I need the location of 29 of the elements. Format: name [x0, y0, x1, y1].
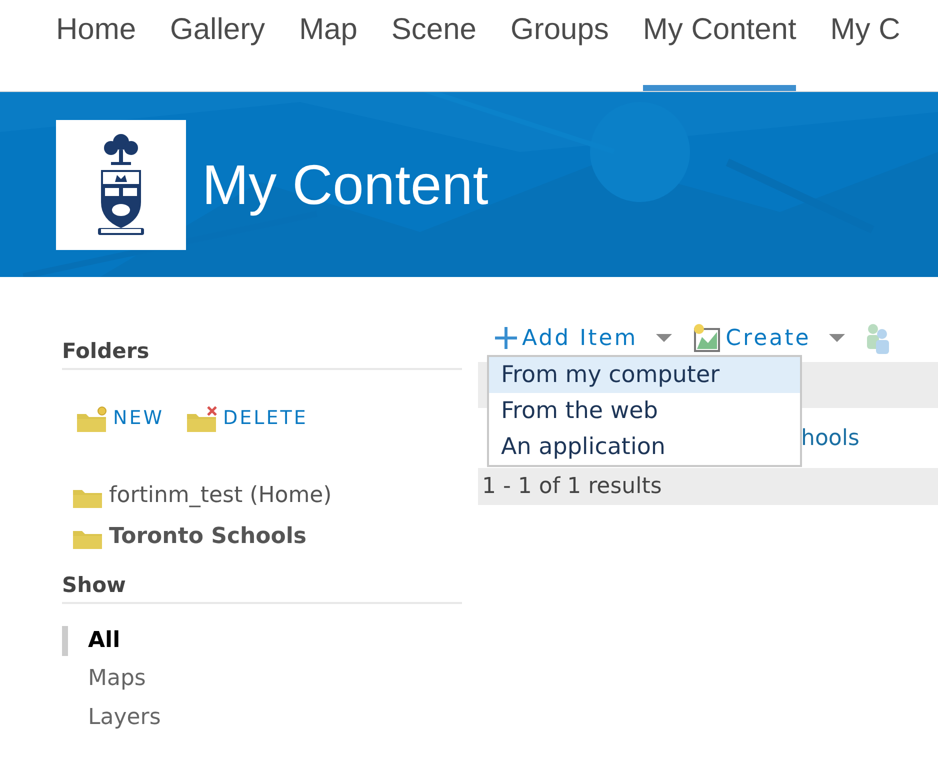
folder-new-button[interactable]: NEW [76, 404, 164, 433]
nav-tab[interactable]: My C [830, 0, 900, 91]
section-heading: Show [62, 572, 462, 604]
people-icon [864, 322, 889, 354]
caret-icon [656, 334, 672, 342]
caret-icon [828, 334, 845, 342]
filter-item[interactable]: Layers [62, 702, 161, 734]
filter-item[interactable]: Maps [62, 664, 146, 695]
delete-folder-icon [186, 406, 218, 433]
results-count: 1 - 1 of 1 results [478, 468, 938, 505]
new-folder-icon [76, 406, 107, 433]
nav-tab[interactable]: Home [56, 0, 136, 91]
share-button[interactable] [864, 322, 889, 354]
filter-item[interactable]: All [62, 626, 120, 656]
nav-tab[interactable]: Gallery [170, 0, 266, 91]
page-title: My Content [202, 152, 488, 218]
nav-tab[interactable]: Groups [510, 0, 609, 91]
create-button[interactable]: Create [692, 322, 845, 354]
item-title-link[interactable]: hools [801, 422, 860, 454]
menu-item[interactable]: From my computer [489, 357, 800, 393]
nav-tab[interactable]: Scene [391, 0, 476, 91]
add-item-button[interactable]: Add Item [494, 322, 672, 354]
folder-item[interactable]: Toronto Schools [72, 520, 307, 553]
folder-delete-button[interactable]: DELETE [186, 404, 308, 433]
nav-tab[interactable]: Map [299, 0, 358, 91]
plus-icon [494, 326, 518, 350]
folder-item[interactable]: fortinm_test (Home) [72, 478, 332, 512]
section-heading: Folders [62, 339, 462, 370]
image-icon [692, 323, 722, 353]
